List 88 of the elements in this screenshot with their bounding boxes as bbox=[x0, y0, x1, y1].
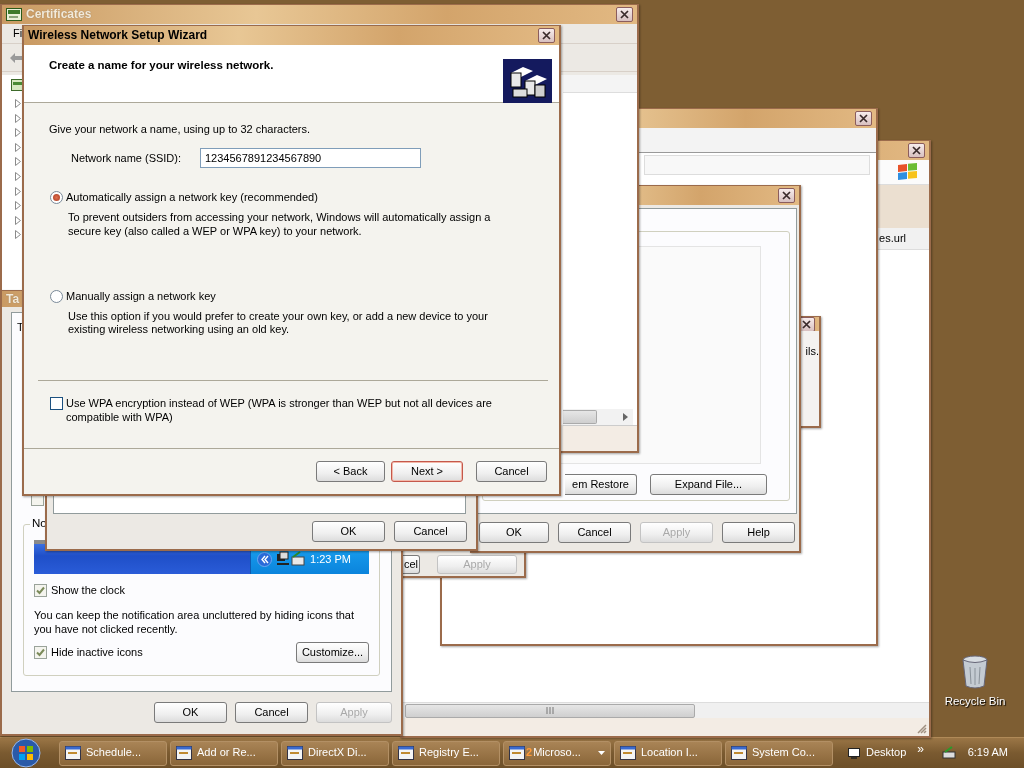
close-icon bbox=[542, 31, 551, 40]
taskbar-button[interactable]: DirectX Di... bbox=[281, 740, 389, 766]
taskbar-button[interactable]: Location I... bbox=[614, 740, 722, 766]
taskbar-button[interactable]: Add or Re... bbox=[170, 740, 278, 766]
overflow-button[interactable]: » bbox=[917, 741, 925, 757]
close-button[interactable] bbox=[616, 7, 633, 22]
window-icon bbox=[287, 746, 303, 760]
button-label: Location I... bbox=[641, 746, 698, 760]
button[interactable]: OK bbox=[479, 522, 549, 543]
resize-grip-icon[interactable] bbox=[916, 723, 927, 734]
flag-icon bbox=[897, 162, 919, 182]
field-label: Network name (SSID): bbox=[71, 151, 183, 165]
button[interactable]: Cancel bbox=[235, 702, 308, 723]
radio-button[interactable] bbox=[50, 289, 63, 303]
instruction-text: Give your network a name, using up to 32 characters. bbox=[49, 123, 312, 137]
close-button[interactable] bbox=[538, 28, 555, 43]
window-icon bbox=[620, 746, 636, 760]
radio-label: Automatically assign a network key (recommended) bbox=[66, 191, 318, 205]
radio-button[interactable] bbox=[50, 191, 63, 205]
taskbar-button[interactable]: Registry E... bbox=[392, 740, 500, 766]
button[interactable]: OK bbox=[154, 702, 227, 723]
toolbar-label[interactable]: Desktop bbox=[866, 746, 907, 760]
certificate-icon bbox=[6, 8, 22, 21]
count-text: 2 bbox=[526, 746, 533, 760]
button-label: Microso... bbox=[533, 746, 581, 760]
taskbar-button[interactable]: 2Microso... bbox=[503, 740, 611, 766]
checkbox-label: Show the clock bbox=[51, 584, 125, 598]
back-arrow-icon[interactable] bbox=[10, 52, 22, 63]
button-label: DirectX Di... bbox=[308, 746, 367, 760]
close-icon bbox=[782, 191, 791, 200]
button[interactable]: OK bbox=[312, 521, 385, 542]
recycle-bin-icon[interactable] bbox=[961, 655, 989, 689]
radio-label: Manually assign a network key bbox=[66, 289, 216, 303]
checkbox[interactable] bbox=[34, 584, 47, 598]
button[interactable]: Customize... bbox=[296, 641, 369, 663]
window-icon bbox=[176, 746, 192, 760]
close-icon bbox=[620, 10, 629, 19]
scroll-right-icon[interactable] bbox=[623, 413, 628, 421]
close-button[interactable] bbox=[908, 143, 925, 158]
button-label: Add or Re... bbox=[197, 746, 256, 760]
checkbox-label: Use WPA encryption instead of WEP (WPA is stronger than WEP but not all devices are compatible with WPA) bbox=[66, 397, 493, 424]
window-title: Wireless Network Setup Wizard bbox=[28, 28, 208, 43]
close-button[interactable] bbox=[855, 111, 872, 126]
description-text: To prevent outsiders from accessing your network, Windows will automatically assign a secure key (also called a WEP or WPA key) to your network. bbox=[68, 211, 492, 238]
icon-label[interactable]: Recycle Bin bbox=[944, 695, 1006, 709]
window-title: Ta bbox=[6, 291, 20, 307]
window-icon bbox=[509, 746, 525, 760]
scroll-thumb[interactable] bbox=[563, 410, 597, 424]
description-text: Use this option if you would prefer to create your own key, or add a new device to your existing wireless networking using an old key. bbox=[68, 309, 489, 337]
window-icon bbox=[65, 746, 81, 760]
taskbar-button[interactable]: System Co... bbox=[725, 740, 833, 766]
button-label: System Co... bbox=[752, 746, 815, 760]
window-title: Certificates bbox=[26, 7, 92, 22]
network-icon[interactable] bbox=[940, 746, 957, 760]
desktop-icon bbox=[848, 747, 860, 759]
button[interactable]: Help bbox=[722, 522, 795, 543]
button[interactable]: Cancel bbox=[558, 522, 631, 543]
description-text: ils. bbox=[805, 345, 819, 359]
button[interactable]: cel bbox=[403, 555, 420, 574]
button[interactable]: Cancel bbox=[476, 461, 547, 482]
close-button[interactable] bbox=[778, 188, 795, 203]
scroll-thumb[interactable] bbox=[405, 703, 695, 718]
chevron-icon[interactable] bbox=[257, 551, 273, 567]
button[interactable]: < Back bbox=[316, 461, 385, 482]
close-icon bbox=[912, 146, 921, 155]
menu-item[interactable]: Fi bbox=[13, 26, 23, 41]
taskbar-button[interactable]: Schedule... bbox=[59, 740, 167, 766]
checkbox[interactable] bbox=[50, 397, 63, 411]
window-icon bbox=[731, 746, 747, 760]
description-text: You can keep the notification area uncluttered by hiding icons that you have not clicked recently. bbox=[34, 609, 356, 636]
button-label: Schedule... bbox=[86, 746, 142, 760]
file-name[interactable]: es.url bbox=[879, 231, 906, 246]
network-name-field[interactable]: 1234567891234567890 bbox=[200, 148, 421, 169]
button-label: Registry E... bbox=[419, 746, 479, 760]
checkbox-label: Hide inactive icons bbox=[51, 645, 143, 659]
close-icon bbox=[859, 114, 868, 123]
button[interactable]: Expand File... bbox=[650, 474, 767, 495]
address-field[interactable] bbox=[644, 155, 870, 175]
window-icon bbox=[398, 746, 414, 760]
close-icon bbox=[802, 319, 811, 329]
clock-text: 1:23 PM bbox=[310, 552, 351, 566]
clock-text: 6:19 AM bbox=[967, 746, 1008, 760]
caret-icon bbox=[598, 751, 605, 755]
button[interactable]: Next > bbox=[391, 461, 463, 482]
checkbox[interactable] bbox=[34, 645, 47, 659]
button[interactable]: em Restore bbox=[565, 474, 637, 495]
heading-text: Create a name for your wireless network. bbox=[49, 59, 274, 73]
button[interactable]: Cancel bbox=[394, 521, 467, 542]
